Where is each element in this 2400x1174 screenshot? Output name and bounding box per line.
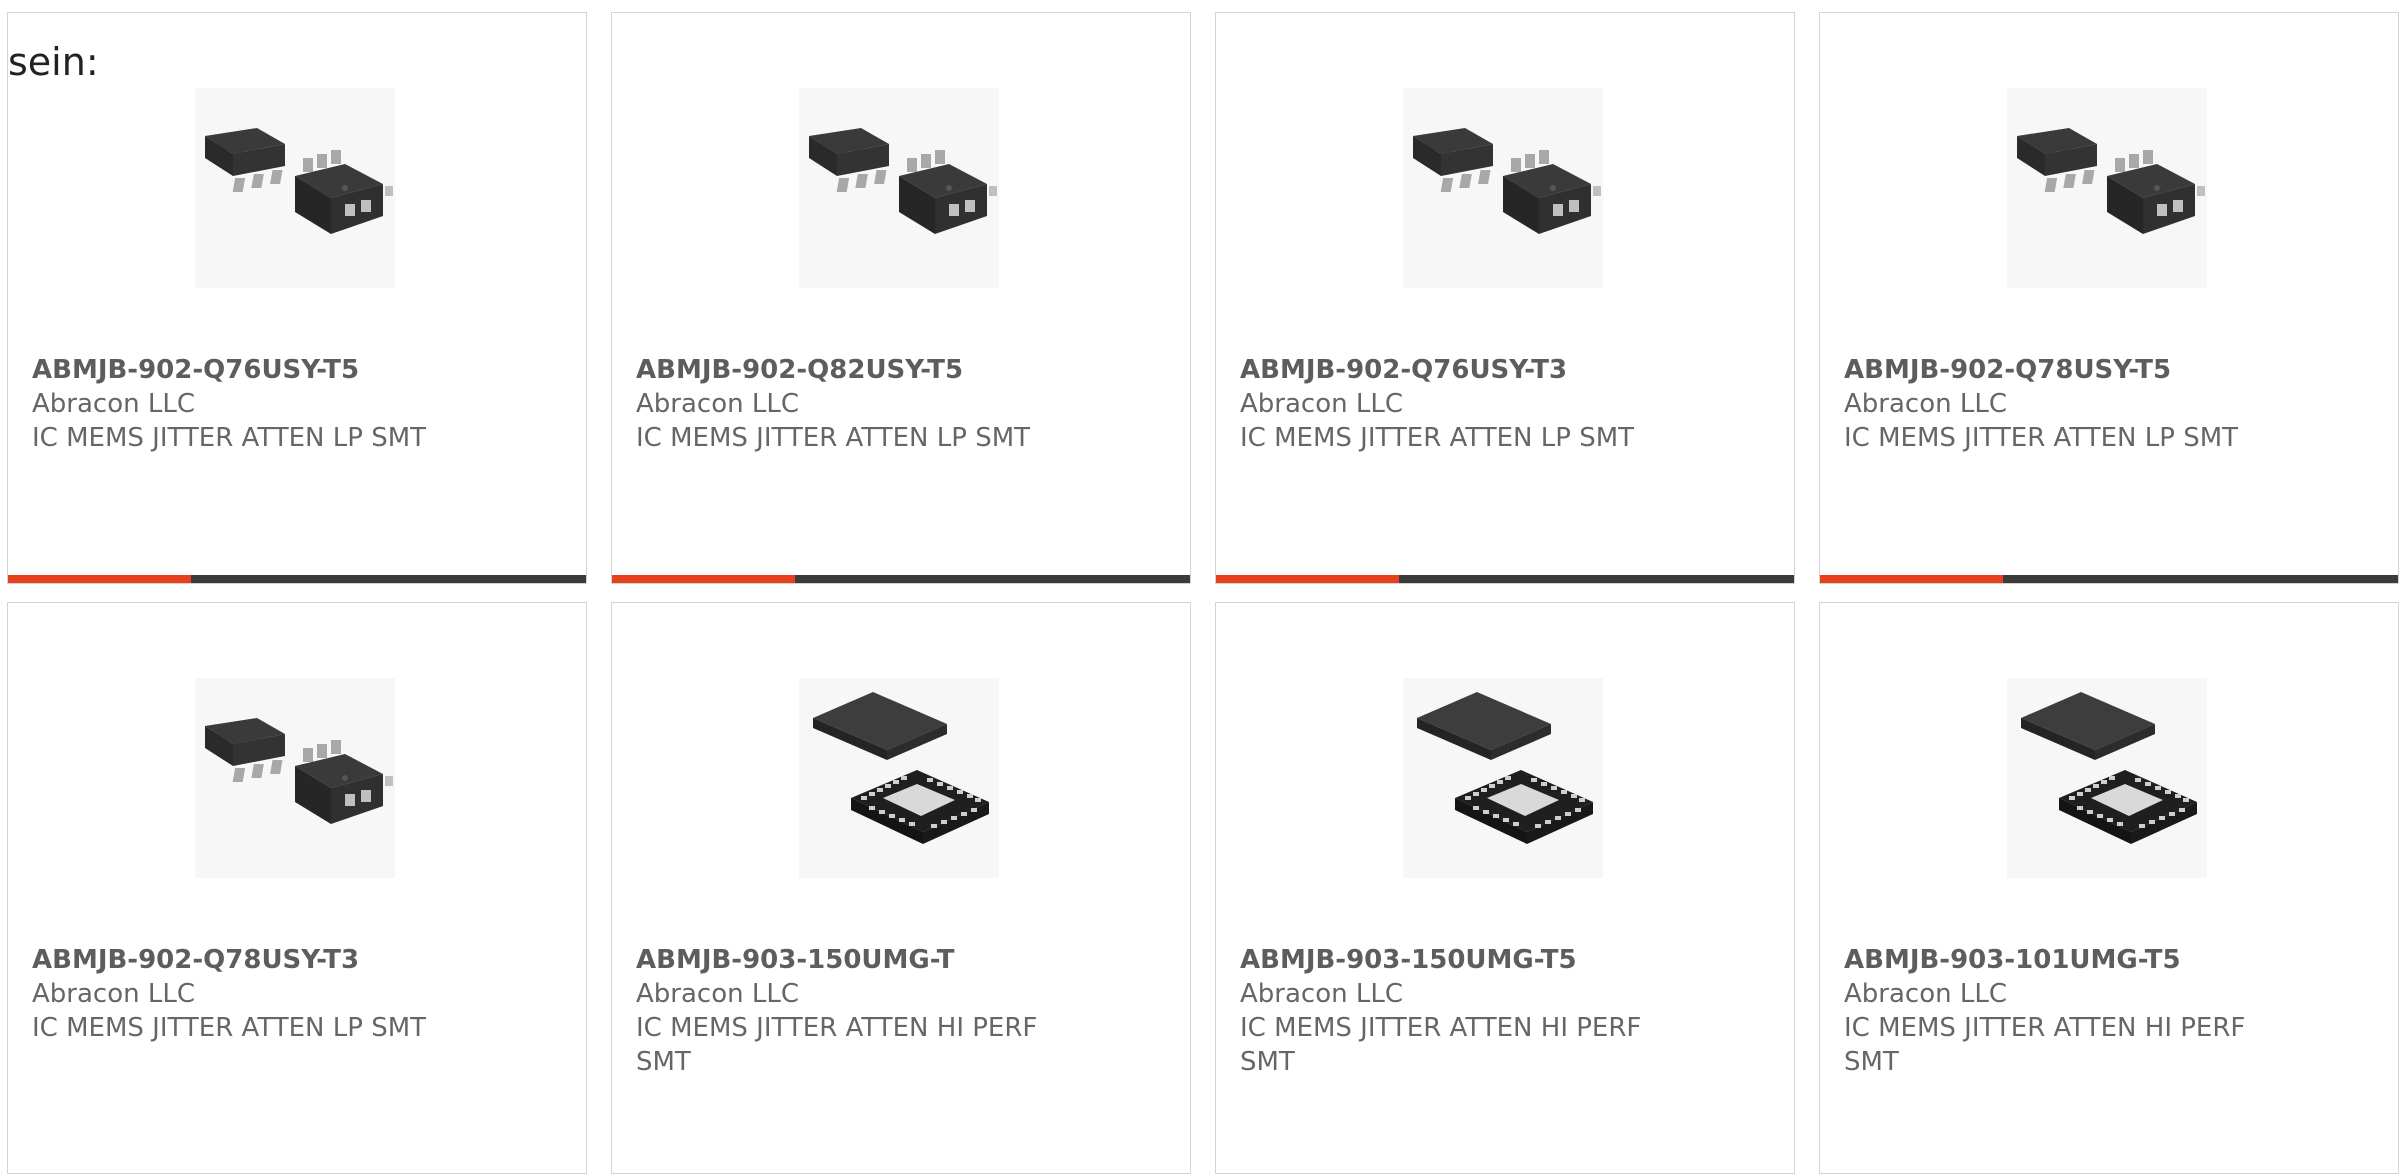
accent-bar (1216, 575, 1399, 583)
part-number[interactable]: ABMJB-902-Q78USY-T5 (1844, 353, 2274, 387)
qfn-package-illustration (2007, 678, 2207, 878)
sot-package-illustration (1403, 88, 1603, 288)
manufacturer: Abracon LLC (636, 389, 799, 419)
part-number[interactable]: ABMJB-903-101UMG-T5 (1844, 943, 2274, 977)
product-grid: ABMJB-902-Q76USY-T5 Abracon LLC IC MEMS … (0, 0, 2400, 1174)
qfn-package-icon (2007, 678, 2207, 878)
part-number[interactable]: ABMJB-902-Q76USY-T5 (32, 353, 462, 387)
sot-package-icon (195, 88, 395, 288)
sot-package-illustration (2007, 88, 2207, 288)
manufacturer: Abracon LLC (1240, 979, 1403, 1009)
description: IC MEMS JITTER ATTEN LP SMT (636, 423, 1031, 453)
accent-bar (8, 575, 191, 583)
qfn-package-illustration (799, 678, 999, 878)
sot-package-illustration (195, 678, 395, 878)
part-number[interactable]: ABMJB-902-Q78USY-T3 (32, 943, 462, 977)
product-card[interactable]: ABMJB-902-Q78USY-T5 Abracon LLC IC MEMS … (1819, 12, 2399, 584)
card-footer-bar (1820, 575, 2398, 583)
description: IC MEMS JITTER ATTEN LP SMT (32, 423, 427, 453)
product-card[interactable]: ABMJB-902-Q76USY-T5 Abracon LLC IC MEMS … (7, 12, 587, 584)
product-card[interactable]: ABMJB-903-101UMG-T5 Abracon LLC IC MEMS … (1819, 602, 2399, 1174)
part-number[interactable]: ABMJB-903-150UMG-T (636, 943, 1066, 977)
manufacturer: Abracon LLC (32, 979, 195, 1009)
card-footer-bar (612, 575, 1190, 583)
description: IC MEMS JITTER ATTEN HI PERF SMT (636, 1013, 1038, 1077)
sot-package-illustration (195, 88, 395, 288)
product-card[interactable]: ABMJB-903-150UMG-T5 Abracon LLC IC MEMS … (1215, 602, 1795, 1174)
sot-package-icon (1403, 88, 1603, 288)
product-card[interactable]: ABMJB-903-150UMG-T Abracon LLC IC MEMS J… (611, 602, 1191, 1174)
intro-text: sein: (8, 40, 99, 84)
qfn-package-icon (799, 678, 999, 878)
description: IC MEMS JITTER ATTEN HI PERF SMT (1240, 1013, 1642, 1077)
product-card[interactable]: ABMJB-902-Q76USY-T3 Abracon LLC IC MEMS … (1215, 12, 1795, 584)
qfn-package-icon (1403, 678, 1603, 878)
sot-package-icon (799, 88, 999, 288)
card-footer-bar (1216, 575, 1794, 583)
manufacturer: Abracon LLC (636, 979, 799, 1009)
product-card[interactable]: ABMJB-902-Q78USY-T3 Abracon LLC IC MEMS … (7, 602, 587, 1174)
part-number[interactable]: ABMJB-903-150UMG-T5 (1240, 943, 1670, 977)
accent-bar (612, 575, 795, 583)
part-number[interactable]: ABMJB-902-Q76USY-T3 (1240, 353, 1670, 387)
description: IC MEMS JITTER ATTEN LP SMT (1240, 423, 1635, 453)
sot-package-icon (2007, 88, 2207, 288)
card-footer-bar (8, 575, 586, 583)
sot-package-illustration (799, 88, 999, 288)
manufacturer: Abracon LLC (1844, 979, 2007, 1009)
sot-package-icon (195, 678, 395, 878)
manufacturer: Abracon LLC (1844, 389, 2007, 419)
product-card[interactable]: ABMJB-902-Q82USY-T5 Abracon LLC IC MEMS … (611, 12, 1191, 584)
accent-bar (1820, 575, 2003, 583)
manufacturer: Abracon LLC (32, 389, 195, 419)
description: IC MEMS JITTER ATTEN LP SMT (32, 1013, 427, 1043)
manufacturer: Abracon LLC (1240, 389, 1403, 419)
part-number[interactable]: ABMJB-902-Q82USY-T5 (636, 353, 1066, 387)
description: IC MEMS JITTER ATTEN HI PERF SMT (1844, 1013, 2246, 1077)
description: IC MEMS JITTER ATTEN LP SMT (1844, 423, 2239, 453)
qfn-package-illustration (1403, 678, 1603, 878)
